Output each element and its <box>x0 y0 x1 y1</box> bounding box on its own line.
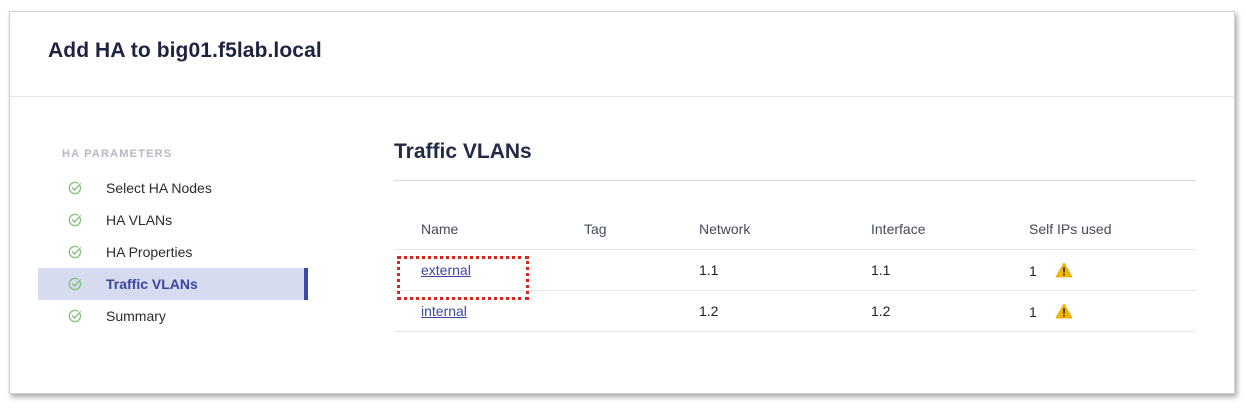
cell-self-ips: 1 <box>1029 249 1196 291</box>
self-ips-count: 1 <box>1029 303 1037 320</box>
step-ha-properties[interactable]: HA Properties <box>38 236 304 268</box>
check-circle-icon <box>68 309 82 323</box>
step-ha-vlans[interactable]: HA VLANs <box>38 204 304 236</box>
column-header-interface[interactable]: Interface <box>871 209 1029 250</box>
vlan-link-external[interactable]: external <box>421 262 471 278</box>
cell-interface: 1.1 <box>871 249 1029 291</box>
cell-self-ips: 1 <box>1029 290 1196 332</box>
check-circle-icon <box>68 181 82 195</box>
column-header-network[interactable]: Network <box>699 209 871 250</box>
step-summary[interactable]: Summary <box>38 300 304 332</box>
check-circle-icon <box>68 245 82 259</box>
cell-tag <box>584 249 699 291</box>
cell-tag <box>584 290 699 332</box>
check-circle-icon <box>68 213 82 227</box>
step-traffic-vlans[interactable]: Traffic VLANs <box>38 268 308 300</box>
vlan-link-internal[interactable]: internal <box>421 303 467 319</box>
table-row: external 1.1 1.1 1 <box>394 249 1196 291</box>
column-header-self-ips[interactable]: Self IPs used <box>1029 209 1196 250</box>
cell-network: 1.1 <box>699 249 871 291</box>
step-label: Traffic VLANs <box>106 276 198 292</box>
self-ips-count: 1 <box>1029 262 1037 279</box>
dialog-header: Add HA to big01.f5lab.local <box>10 12 1234 97</box>
column-header-tag[interactable]: Tag <box>584 209 699 250</box>
step-label: Summary <box>106 308 166 324</box>
check-circle-icon <box>68 277 82 291</box>
cell-network: 1.2 <box>699 290 871 332</box>
warning-triangle-icon[interactable] <box>1055 303 1073 319</box>
sidebar-section-label: HA PARAMETERS <box>62 148 173 160</box>
warning-triangle-icon[interactable] <box>1055 262 1073 278</box>
table-header-row: Name Tag Network Interface Self IPs used <box>394 209 1196 250</box>
content-title: Traffic VLANs <box>394 140 1196 181</box>
step-label: HA VLANs <box>106 212 173 228</box>
step-select-ha-nodes[interactable]: Select HA Nodes <box>38 172 304 204</box>
traffic-vlans-table: Name Tag Network Interface Self IPs used… <box>394 209 1196 332</box>
ha-parameters-sidebar: HA PARAMETERS Select HA Nodes HA VLANs H… <box>38 148 308 332</box>
step-label: Select HA Nodes <box>106 180 212 196</box>
table-row: internal 1.2 1.2 1 <box>394 290 1196 332</box>
traffic-vlans-panel: Traffic VLANs Name Tag Network Interface… <box>394 140 1196 332</box>
column-header-name[interactable]: Name <box>394 209 584 250</box>
step-label: HA Properties <box>106 244 193 260</box>
dialog-title: Add HA to big01.f5lab.local <box>48 39 322 62</box>
cell-interface: 1.2 <box>871 290 1029 332</box>
